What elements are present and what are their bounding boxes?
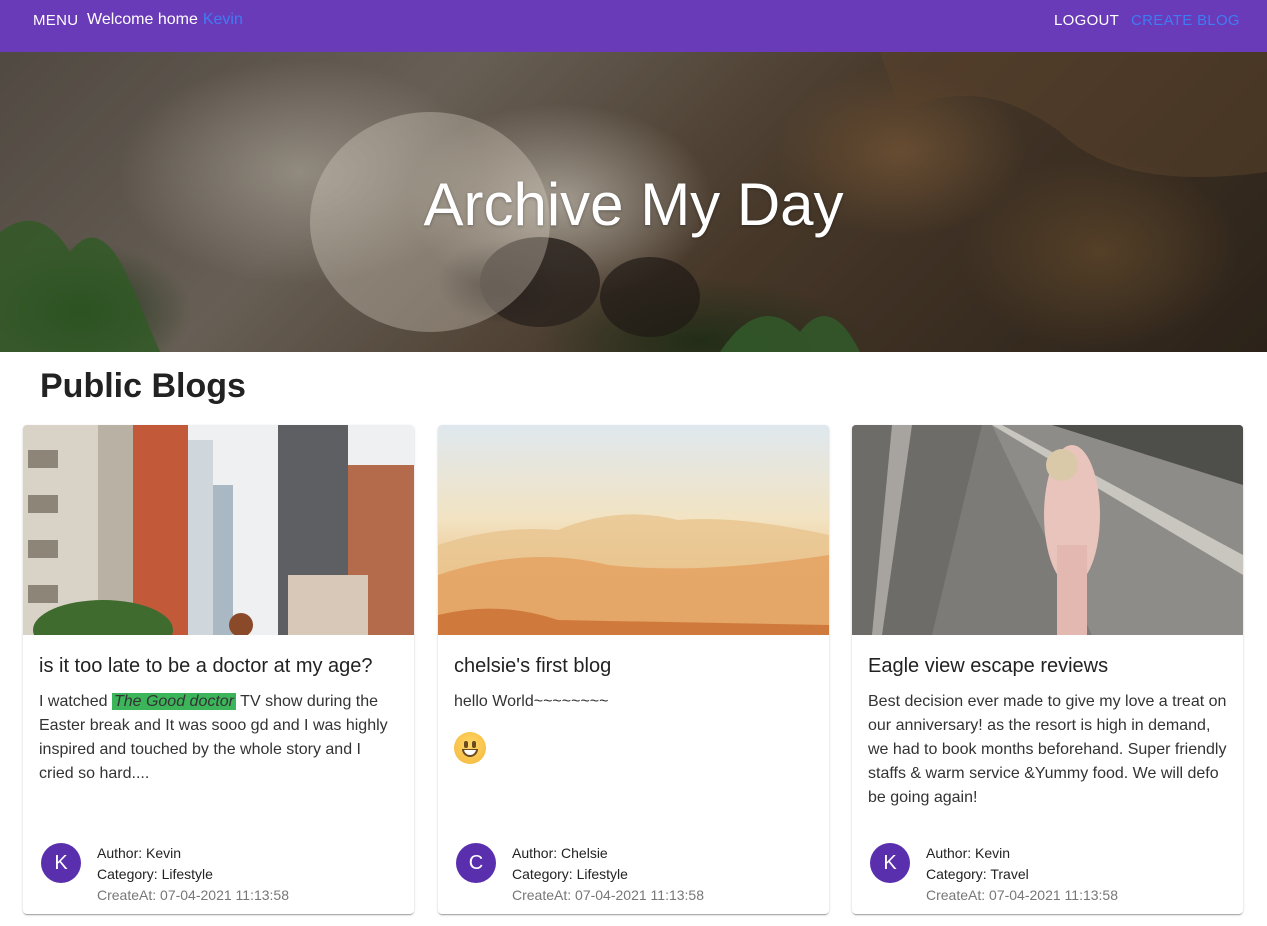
highlighted-text: The Good doctor xyxy=(111,693,237,710)
category-label: Category: Travel xyxy=(926,866,1029,882)
blog-excerpt: hello World~~~~~~~~ xyxy=(454,690,814,772)
blog-meta: Author: Kevin Category: Lifestyle Create… xyxy=(97,843,289,906)
blog-excerpt: I watched The Good doctor TV show during… xyxy=(39,690,399,786)
grinning-face-icon xyxy=(454,732,486,764)
blog-title: chelsie's first blog xyxy=(454,655,612,677)
hero-title: Archive My Day xyxy=(423,171,844,238)
blog-cover-image xyxy=(852,425,1243,635)
blog-cover-image xyxy=(438,425,829,635)
blog-cover-image xyxy=(23,425,414,635)
created-at-label: CreateAt: 07-04-2021 11:13:58 xyxy=(512,887,704,903)
avatar: C xyxy=(456,843,496,883)
blog-meta: Author: Kevin Category: Travel CreateAt:… xyxy=(926,843,1118,906)
blog-card[interactable]: is it too late to be a doctor at my age?… xyxy=(23,425,414,914)
welcome-message: Welcome home Kevin xyxy=(87,11,243,29)
category-label: Category: Lifestyle xyxy=(97,866,213,882)
category-label: Category: Lifestyle xyxy=(512,866,628,882)
excerpt-text: hello World~~~~~~~~ xyxy=(454,693,609,710)
create-blog-button[interactable]: CREATE BLOG xyxy=(1131,12,1240,29)
welcome-text: Welcome home xyxy=(87,11,198,28)
created-at-label: CreateAt: 07-04-2021 11:13:58 xyxy=(926,887,1118,903)
excerpt-start: I watched xyxy=(39,693,108,710)
blog-card[interactable]: Eagle view escape reviews Best decision … xyxy=(852,425,1243,914)
menu-button[interactable]: MENU xyxy=(33,12,78,29)
section-title: Public Blogs xyxy=(40,367,246,405)
top-app-bar: MENU Welcome home Kevin LOGOUT CREATE BLO… xyxy=(0,0,1267,52)
blog-excerpt: Best decision ever made to give my love … xyxy=(868,693,1227,806)
blog-title: Eagle view escape reviews xyxy=(868,655,1109,677)
avatar: K xyxy=(870,843,910,883)
created-at-label: CreateAt: 07-04-2021 11:13:58 xyxy=(97,887,289,903)
logout-button[interactable]: LOGOUT xyxy=(1054,12,1119,29)
avatar: K xyxy=(41,843,81,883)
hero-banner: Archive My Day xyxy=(0,52,1267,352)
author-label: Author: Kevin xyxy=(97,845,182,861)
blog-card[interactable]: chelsie's first blog hello World~~~~~~~~… xyxy=(438,425,829,914)
user-name-link[interactable]: Kevin xyxy=(203,11,243,28)
author-label: Author: Kevin xyxy=(926,845,1011,861)
blog-meta: Author: Chelsie Category: Lifestyle Crea… xyxy=(512,843,704,906)
author-label: Author: Chelsie xyxy=(512,845,608,861)
blog-title: is it too late to be a doctor at my age? xyxy=(39,655,373,677)
